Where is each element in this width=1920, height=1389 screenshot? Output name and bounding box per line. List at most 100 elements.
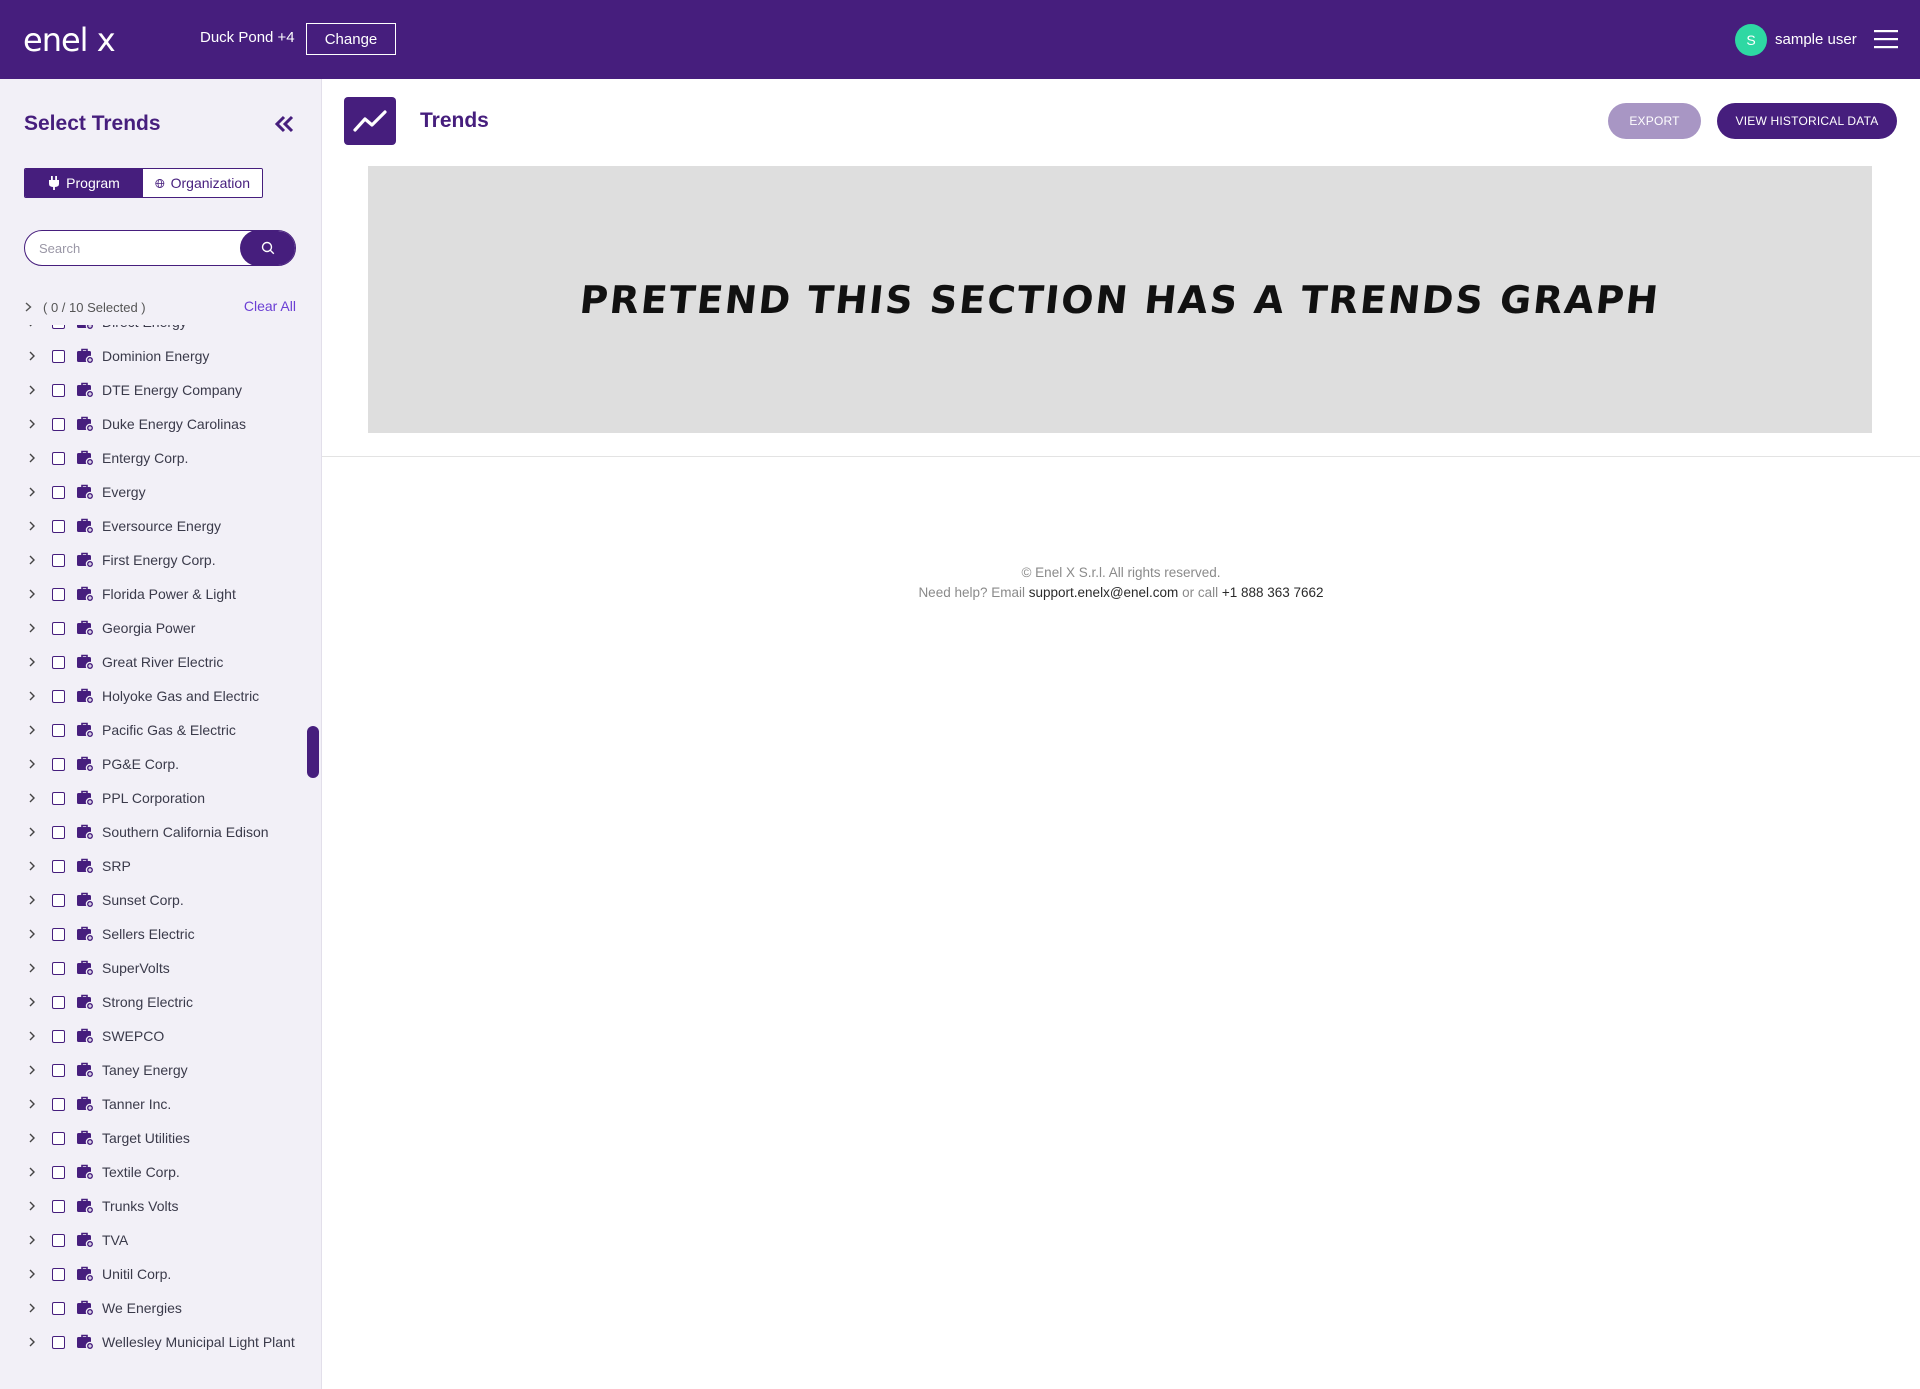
export-button[interactable]: EXPORT xyxy=(1608,103,1701,139)
item-checkbox[interactable] xyxy=(52,383,65,397)
clear-all-link[interactable]: Clear All xyxy=(244,298,296,314)
item-checkbox[interactable] xyxy=(52,723,65,737)
list-item[interactable]: Trunks Volts xyxy=(0,1189,321,1223)
item-checkbox[interactable] xyxy=(52,349,65,363)
list-item[interactable]: DTE Energy Company xyxy=(0,373,321,407)
chevron-right-icon[interactable] xyxy=(27,1235,37,1245)
item-checkbox[interactable] xyxy=(52,893,65,907)
chevron-right-icon[interactable] xyxy=(27,657,37,667)
item-checkbox[interactable] xyxy=(52,587,65,601)
chevron-right-icon[interactable] xyxy=(27,1167,37,1177)
sidebar-scrollbar-thumb[interactable] xyxy=(307,726,319,778)
item-checkbox[interactable] xyxy=(52,995,65,1009)
item-checkbox[interactable] xyxy=(52,1301,65,1315)
list-item[interactable]: Taney Energy xyxy=(0,1053,321,1087)
list-item[interactable]: Pacific Gas & Electric xyxy=(0,713,321,747)
chevron-right-icon[interactable] xyxy=(27,453,37,463)
item-checkbox[interactable] xyxy=(52,1097,65,1111)
list-item[interactable]: Unitil Corp. xyxy=(0,1257,321,1291)
list-item[interactable]: Tanner Inc. xyxy=(0,1087,321,1121)
chevron-right-icon[interactable] xyxy=(27,963,37,973)
list-item[interactable]: Eversource Energy xyxy=(0,509,321,543)
item-checkbox[interactable] xyxy=(52,1165,65,1179)
item-checkbox[interactable] xyxy=(52,825,65,839)
chevron-right-icon[interactable] xyxy=(27,691,37,701)
chevron-right-icon[interactable] xyxy=(27,1031,37,1041)
chevron-right-icon[interactable] xyxy=(27,555,37,565)
chevron-right-icon[interactable] xyxy=(27,725,37,735)
chevron-right-icon[interactable] xyxy=(27,419,37,429)
chevron-right-icon[interactable] xyxy=(27,1337,37,1347)
chevron-right-icon[interactable] xyxy=(27,793,37,803)
program-toggle-button[interactable]: Program xyxy=(25,169,143,197)
chevron-right-icon[interactable] xyxy=(27,1303,37,1313)
chevron-right-icon[interactable] xyxy=(27,929,37,939)
list-item[interactable]: SWEPCO xyxy=(0,1019,321,1053)
chevron-right-icon[interactable] xyxy=(27,623,37,633)
list-item[interactable]: SRP xyxy=(0,849,321,883)
item-checkbox[interactable] xyxy=(52,485,65,499)
item-checkbox[interactable] xyxy=(52,859,65,873)
item-checkbox[interactable] xyxy=(52,1131,65,1145)
list-item[interactable]: Target Utilities xyxy=(0,1121,321,1155)
item-checkbox[interactable] xyxy=(52,451,65,465)
collapse-sidebar-icon[interactable] xyxy=(273,113,295,135)
list-item[interactable]: Textile Corp. xyxy=(0,1155,321,1189)
list-item[interactable]: Duke Energy Carolinas xyxy=(0,407,321,441)
enel-x-logo[interactable]: enel x xyxy=(23,22,138,58)
chevron-right-icon[interactable] xyxy=(27,759,37,769)
user-name[interactable]: sample user xyxy=(1775,31,1857,48)
chevron-right-icon[interactable] xyxy=(24,302,33,312)
item-checkbox[interactable] xyxy=(52,1029,65,1043)
list-item[interactable]: Dominion Energy xyxy=(0,339,321,373)
item-checkbox[interactable] xyxy=(52,791,65,805)
item-checkbox[interactable] xyxy=(52,1335,65,1349)
chevron-right-icon[interactable] xyxy=(27,1133,37,1143)
list-item[interactable]: Southern California Edison xyxy=(0,815,321,849)
list-item[interactable]: PPL Corporation xyxy=(0,781,321,815)
item-checkbox[interactable] xyxy=(52,757,65,771)
list-item[interactable]: Wellesley Municipal Light Plant xyxy=(0,1325,321,1359)
chevron-right-icon[interactable] xyxy=(27,827,37,837)
item-checkbox[interactable] xyxy=(52,1063,65,1077)
list-item[interactable]: Holyoke Gas and Electric xyxy=(0,679,321,713)
list-item[interactable]: Georgia Power xyxy=(0,611,321,645)
search-button[interactable] xyxy=(240,231,295,265)
chevron-right-icon[interactable] xyxy=(27,521,37,531)
list-item[interactable]: Evergy xyxy=(0,475,321,509)
change-site-button[interactable]: Change xyxy=(306,23,396,55)
organization-toggle-button[interactable]: Organization xyxy=(143,169,262,197)
item-checkbox[interactable] xyxy=(52,417,65,431)
item-checkbox[interactable] xyxy=(52,927,65,941)
chevron-right-icon[interactable] xyxy=(27,997,37,1007)
chevron-right-icon[interactable] xyxy=(27,1065,37,1075)
chevron-right-icon[interactable] xyxy=(27,1201,37,1211)
list-item[interactable]: SuperVolts xyxy=(0,951,321,985)
list-item[interactable]: Entergy Corp. xyxy=(0,441,321,475)
item-checkbox[interactable] xyxy=(52,519,65,533)
chevron-right-icon[interactable] xyxy=(27,1269,37,1279)
list-item[interactable]: Direct Energy xyxy=(0,325,321,339)
chevron-right-icon[interactable] xyxy=(27,325,37,327)
list-item[interactable]: We Energies xyxy=(0,1291,321,1325)
chevron-right-icon[interactable] xyxy=(27,1099,37,1109)
list-item[interactable]: Strong Electric xyxy=(0,985,321,1019)
item-checkbox[interactable] xyxy=(52,1267,65,1281)
list-item[interactable]: Great River Electric xyxy=(0,645,321,679)
avatar[interactable]: S xyxy=(1735,24,1767,56)
list-item[interactable]: PG&E Corp. xyxy=(0,747,321,781)
hamburger-menu-icon[interactable] xyxy=(1874,29,1898,49)
item-checkbox[interactable] xyxy=(52,961,65,975)
chevron-right-icon[interactable] xyxy=(27,861,37,871)
item-checkbox[interactable] xyxy=(52,1199,65,1213)
chevron-right-icon[interactable] xyxy=(27,385,37,395)
item-checkbox[interactable] xyxy=(52,553,65,567)
list-item[interactable]: TVA xyxy=(0,1223,321,1257)
support-phone-link[interactable]: +1 888 363 7662 xyxy=(1222,585,1324,600)
search-input[interactable] xyxy=(25,231,235,265)
chevron-right-icon[interactable] xyxy=(27,895,37,905)
chevron-right-icon[interactable] xyxy=(27,589,37,599)
item-checkbox[interactable] xyxy=(52,325,65,329)
item-checkbox[interactable] xyxy=(52,689,65,703)
list-item[interactable]: Sunset Corp. xyxy=(0,883,321,917)
